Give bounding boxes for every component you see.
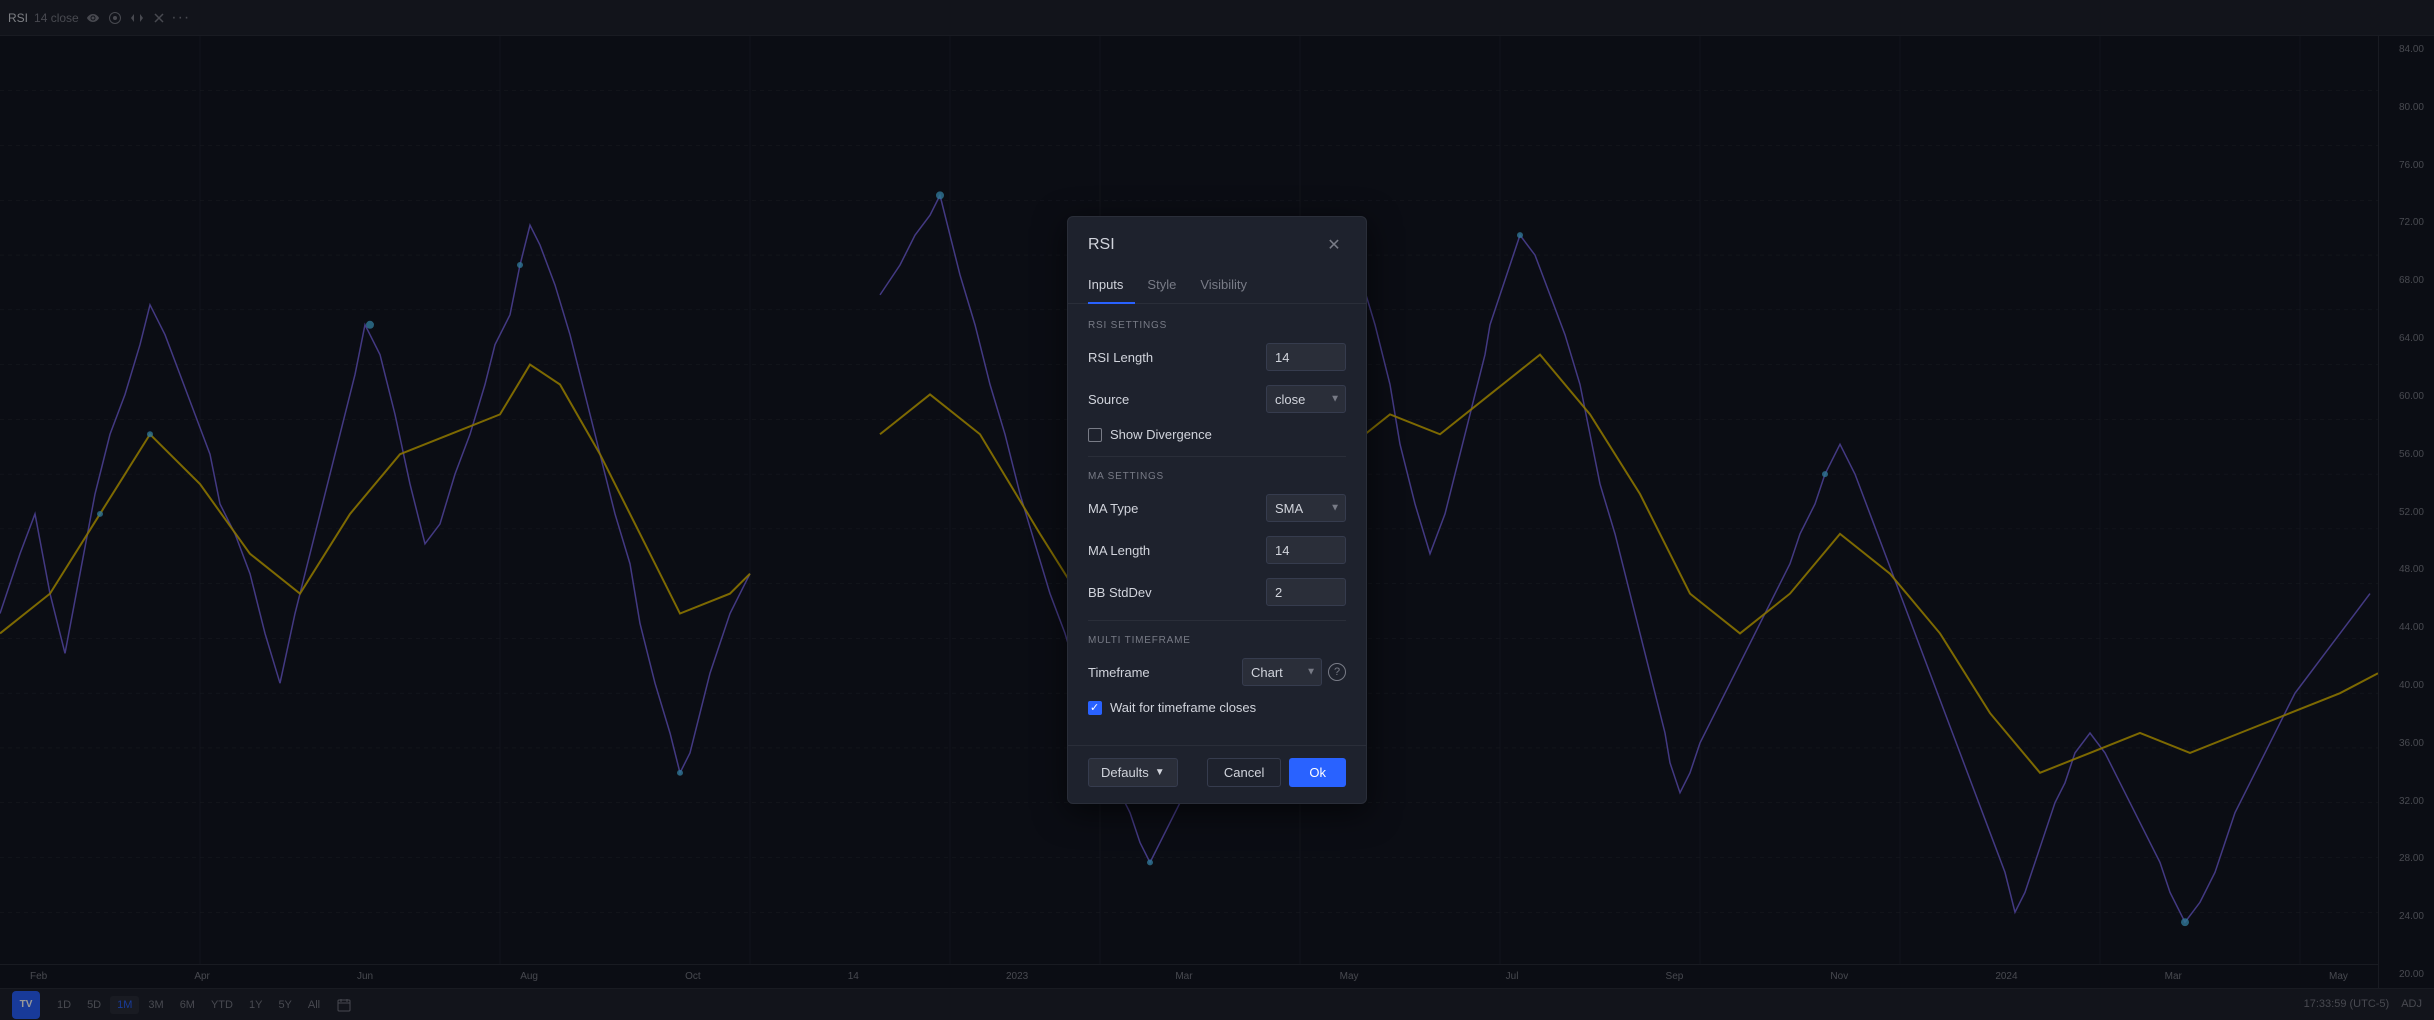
section-divider-1 <box>1088 456 1346 457</box>
defaults-button[interactable]: Defaults ▼ <box>1088 758 1178 787</box>
show-divergence-checkbox[interactable] <box>1088 428 1102 442</box>
help-icon[interactable]: ? <box>1328 663 1346 681</box>
wait-for-close-label: Wait for timeframe closes <box>1110 700 1256 715</box>
bb-stddev-row: BB StdDev <box>1088 578 1346 606</box>
ma-settings-label: MA SETTINGS <box>1088 471 1346 482</box>
modal-footer: Defaults ▼ Cancel Ok <box>1068 745 1366 803</box>
modal-header: RSI ✕ <box>1068 217 1366 257</box>
tab-inputs[interactable]: Inputs <box>1088 269 1135 304</box>
ma-type-label: MA Type <box>1088 501 1138 516</box>
source-row: Source close open high low hl2 hlc3 ohlc… <box>1088 385 1346 413</box>
timeframe-row: Timeframe Chart 1m 5m 15m 1h 4h 1D 1W ▼ <box>1088 658 1346 686</box>
cancel-button[interactable]: Cancel <box>1207 758 1281 787</box>
footer-right: Cancel Ok <box>1207 758 1346 787</box>
modal-tabs: Inputs Style Visibility <box>1068 269 1366 304</box>
tab-visibility[interactable]: Visibility <box>1188 269 1259 304</box>
bb-stddev-label: BB StdDev <box>1088 585 1152 600</box>
timeframe-select[interactable]: Chart 1m 5m 15m 1h 4h 1D 1W <box>1242 658 1322 686</box>
bb-stddev-input[interactable] <box>1266 578 1346 606</box>
section-divider-2 <box>1088 620 1346 621</box>
show-divergence-label: Show Divergence <box>1110 427 1212 442</box>
timeframe-label: Timeframe <box>1088 665 1150 680</box>
timeframe-select-wrapper: Chart 1m 5m 15m 1h 4h 1D 1W ▼ <box>1242 658 1322 686</box>
ma-length-row: MA Length <box>1088 536 1346 564</box>
ok-button[interactable]: Ok <box>1289 758 1346 787</box>
wait-for-close-row: Wait for timeframe closes <box>1088 700 1346 715</box>
source-select-wrapper: close open high low hl2 hlc3 ohlc4 ▼ <box>1266 385 1346 413</box>
ma-type-row: MA Type SMA EMA WMA VWMA SMMA ▼ <box>1088 494 1346 522</box>
modal-close-button[interactable]: ✕ <box>1322 233 1346 257</box>
rsi-length-label: RSI Length <box>1088 350 1153 365</box>
defaults-chevron: ▼ <box>1155 767 1165 778</box>
source-select[interactable]: close open high low hl2 hlc3 ohlc4 <box>1266 385 1346 413</box>
timeframe-controls: Chart 1m 5m 15m 1h 4h 1D 1W ▼ ? <box>1242 658 1346 686</box>
rsi-length-input[interactable] <box>1266 343 1346 371</box>
ma-length-input[interactable] <box>1266 536 1346 564</box>
modal-body: RSI SETTINGS RSI Length Source close ope… <box>1068 304 1366 745</box>
tab-style[interactable]: Style <box>1135 269 1188 304</box>
show-divergence-row: Show Divergence <box>1088 427 1346 442</box>
wait-for-close-checkbox[interactable] <box>1088 701 1102 715</box>
modal-title: RSI <box>1088 236 1115 254</box>
rsi-length-row: RSI Length <box>1088 343 1346 371</box>
defaults-label: Defaults <box>1101 765 1149 780</box>
multi-timeframe-label: MULTI TIMEFRAME <box>1088 635 1346 646</box>
rsi-settings-label: RSI SETTINGS <box>1088 320 1346 331</box>
ma-type-select-wrapper: SMA EMA WMA VWMA SMMA ▼ <box>1266 494 1346 522</box>
source-label: Source <box>1088 392 1129 407</box>
ma-length-label: MA Length <box>1088 543 1150 558</box>
ma-type-select[interactable]: SMA EMA WMA VWMA SMMA <box>1266 494 1346 522</box>
rsi-modal: RSI ✕ Inputs Style Visibility RSI SETTIN… <box>1067 216 1367 804</box>
